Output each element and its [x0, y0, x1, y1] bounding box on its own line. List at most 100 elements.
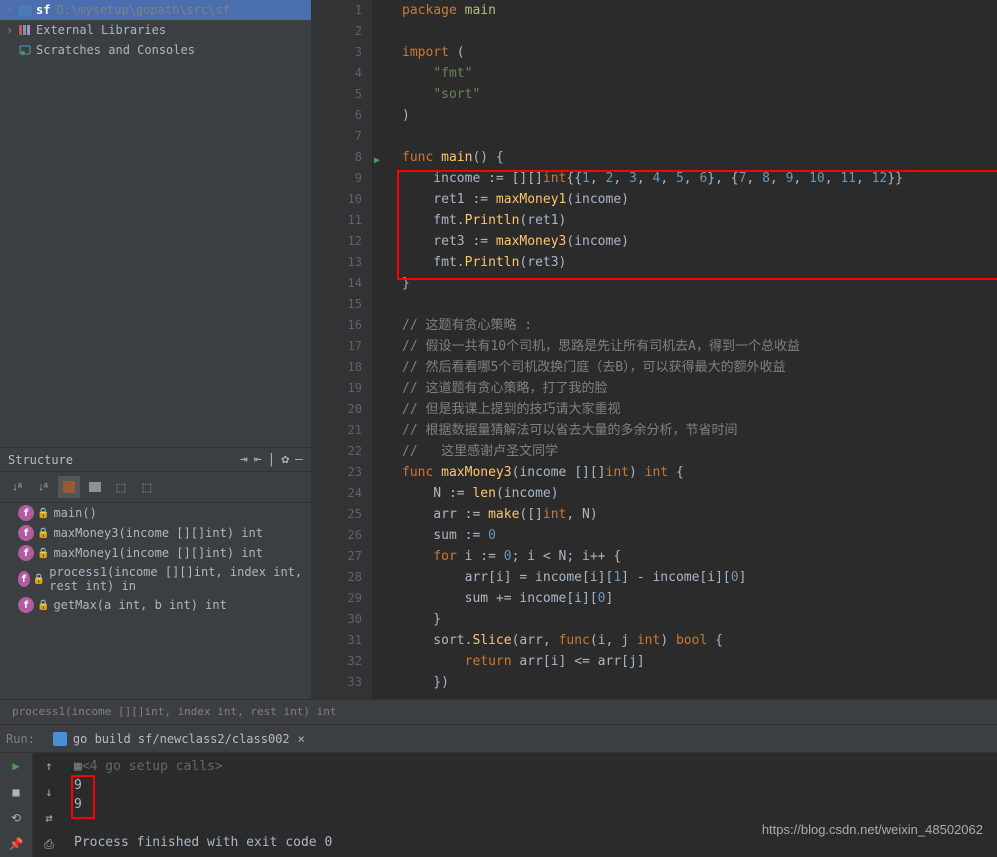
- gutter-line[interactable]: 12: [312, 231, 362, 252]
- gutter-line[interactable]: 30: [312, 609, 362, 630]
- gutter-line[interactable]: 25: [312, 504, 362, 525]
- code-line[interactable]: // 假设一共有10个司机，思路是先让所有司机去A，得到一个总收益: [402, 336, 997, 357]
- gutter-line[interactable]: 20: [312, 399, 362, 420]
- code-line[interactable]: ret3 := maxMoney3(income): [402, 231, 997, 252]
- code-line[interactable]: package main: [402, 0, 997, 21]
- gutter-line[interactable]: 18: [312, 357, 362, 378]
- collapse-icon[interactable]: ⇤: [254, 452, 262, 467]
- gutter-line[interactable]: 8▶: [312, 147, 362, 168]
- gutter-line[interactable]: 2: [312, 21, 362, 42]
- gutter-line[interactable]: 28: [312, 567, 362, 588]
- code-line[interactable]: }: [402, 273, 997, 294]
- close-tab-icon[interactable]: ×: [298, 732, 305, 746]
- gutter-line[interactable]: 17: [312, 336, 362, 357]
- code-line[interactable]: // 这道题有贪心策略，打了我的脸: [402, 378, 997, 399]
- structure-item[interactable]: f🔒getMax(a int, b int) int: [0, 595, 311, 615]
- code-line[interactable]: arr[i] = income[i][1] - income[i][0]: [402, 567, 997, 588]
- wrap-icon[interactable]: ⇄: [33, 805, 65, 831]
- gutter-line[interactable]: 6: [312, 105, 362, 126]
- code-area[interactable]: package mainimport ( "fmt" "sort")func m…: [372, 0, 997, 699]
- scratches-row[interactable]: Scratches and Consoles: [0, 40, 311, 60]
- gutter-line[interactable]: 10: [312, 189, 362, 210]
- minimize-icon[interactable]: —: [295, 452, 303, 467]
- gutter-line[interactable]: 23: [312, 462, 362, 483]
- code-line[interactable]: sum := 0: [402, 525, 997, 546]
- run-tab[interactable]: go build sf/newclass2/class002 ×: [45, 728, 313, 750]
- code-line[interactable]: import (: [402, 42, 997, 63]
- autoscroll-button[interactable]: ⬚: [110, 476, 132, 498]
- up-icon[interactable]: ↑: [33, 753, 65, 779]
- gutter-line[interactable]: 1: [312, 0, 362, 21]
- autoscroll-from-button[interactable]: ⬚: [136, 476, 158, 498]
- structure-item[interactable]: f🔒maxMoney3(income [][]int) int: [0, 523, 311, 543]
- pin-button[interactable]: 📌: [0, 831, 32, 857]
- gutter-line[interactable]: 24: [312, 483, 362, 504]
- stop-button[interactable]: ■: [0, 779, 32, 805]
- gutter[interactable]: 12345678▶9101112131415161718192021222324…: [312, 0, 372, 699]
- code-line[interactable]: for i := 0; i < N; i++ {: [402, 546, 997, 567]
- code-line[interactable]: // 然后看看哪5个司机改换门庭（去B），可以获得最大的额外收益: [402, 357, 997, 378]
- structure-item[interactable]: f🔒main(): [0, 503, 311, 523]
- code-line[interactable]: [402, 294, 997, 315]
- gutter-line[interactable]: 11: [312, 210, 362, 231]
- code-line[interactable]: fmt.Println(ret3): [402, 252, 997, 273]
- code-line[interactable]: func maxMoney3(income [][]int) int {: [402, 462, 997, 483]
- code-line[interactable]: [402, 126, 997, 147]
- gutter-line[interactable]: 19: [312, 378, 362, 399]
- expand-icon[interactable]: ⇥: [240, 452, 248, 467]
- down-icon[interactable]: ↓: [33, 779, 65, 805]
- restart-button[interactable]: ⟲: [0, 805, 32, 831]
- code-line[interactable]: [402, 21, 997, 42]
- code-line[interactable]: sum += income[i][0]: [402, 588, 997, 609]
- breadcrumb-bar[interactable]: process1(income [][]int, index int, rest…: [0, 699, 997, 725]
- structure-item[interactable]: f🔒maxMoney1(income [][]int) int: [0, 543, 311, 563]
- gutter-line[interactable]: 4: [312, 63, 362, 84]
- code-line[interactable]: // 这题有贪心策略 :: [402, 315, 997, 336]
- show-folders-button[interactable]: [84, 476, 106, 498]
- code-line[interactable]: "sort": [402, 84, 997, 105]
- gutter-line[interactable]: 21: [312, 420, 362, 441]
- code-line[interactable]: "fmt": [402, 63, 997, 84]
- gear-icon[interactable]: ✿: [281, 452, 289, 467]
- code-line[interactable]: return arr[i] <= arr[j]: [402, 651, 997, 672]
- code-line[interactable]: arr := make([]int, N): [402, 504, 997, 525]
- code-line[interactable]: N := len(income): [402, 483, 997, 504]
- gutter-line[interactable]: 15: [312, 294, 362, 315]
- gutter-line[interactable]: 13: [312, 252, 362, 273]
- gutter-line[interactable]: 3: [312, 42, 362, 63]
- editor-area[interactable]: 12345678▶9101112131415161718192021222324…: [312, 0, 997, 699]
- show-fields-button[interactable]: [58, 476, 80, 498]
- gutter-line[interactable]: 31: [312, 630, 362, 651]
- code-line[interactable]: }): [402, 672, 997, 693]
- chevron-right-icon[interactable]: ›: [6, 23, 18, 37]
- gutter-line[interactable]: 33: [312, 672, 362, 693]
- code-line[interactable]: sort.Slice(arr, func(i, j int) bool {: [402, 630, 997, 651]
- code-line[interactable]: fmt.Println(ret1): [402, 210, 997, 231]
- sort-az-button[interactable]: ↓ᵃ: [6, 476, 28, 498]
- gutter-line[interactable]: 16: [312, 315, 362, 336]
- code-line[interactable]: func main() {: [402, 147, 997, 168]
- console[interactable]: ▦<4 go setup calls> 9 9 Process finished…: [66, 753, 997, 857]
- gutter-line[interactable]: 32: [312, 651, 362, 672]
- code-line[interactable]: ret1 := maxMoney1(income): [402, 189, 997, 210]
- run-button[interactable]: ▶: [0, 753, 32, 779]
- code-line[interactable]: income := [][]int{{1, 2, 3, 4, 5, 6}, {7…: [402, 168, 997, 189]
- print-icon[interactable]: ⎙: [33, 831, 65, 857]
- gutter-line[interactable]: 9: [312, 168, 362, 189]
- sort-za-button[interactable]: ↓ᵃ: [32, 476, 54, 498]
- gutter-line[interactable]: 27: [312, 546, 362, 567]
- code-line[interactable]: // 这里感谢卢圣文同学: [402, 441, 997, 462]
- code-line[interactable]: // 根据数据量猜解法可以省去大量的多余分析，节省时间: [402, 420, 997, 441]
- gutter-line[interactable]: 7: [312, 126, 362, 147]
- gutter-line[interactable]: 29: [312, 588, 362, 609]
- structure-item[interactable]: f🔒process1(income [][]int, index int, re…: [0, 563, 311, 595]
- gutter-line[interactable]: 26: [312, 525, 362, 546]
- code-line[interactable]: }: [402, 609, 997, 630]
- gutter-line[interactable]: 22: [312, 441, 362, 462]
- chevron-right-icon[interactable]: ›: [6, 3, 18, 17]
- project-root-row[interactable]: › sf D:\mysetup\gopath\src\sf: [0, 0, 311, 20]
- code-line[interactable]: // 但是我课上提到的技巧请大家重视: [402, 399, 997, 420]
- external-libraries-row[interactable]: › External Libraries: [0, 20, 311, 40]
- gutter-line[interactable]: 5: [312, 84, 362, 105]
- gutter-line[interactable]: 14: [312, 273, 362, 294]
